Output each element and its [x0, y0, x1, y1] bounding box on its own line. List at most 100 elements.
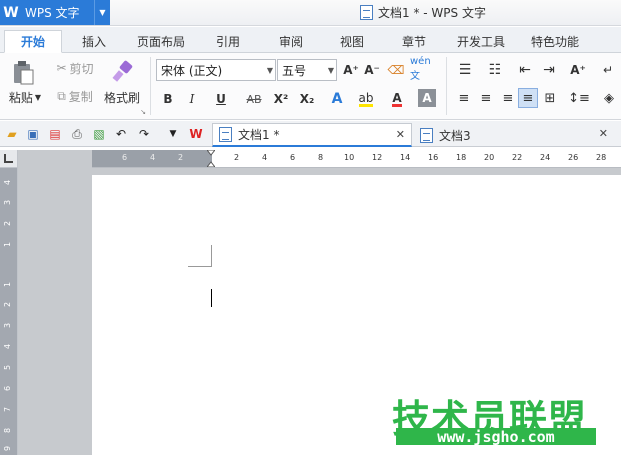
ruler-label: 18 — [456, 153, 467, 162]
ruler-label: 2 — [3, 301, 13, 308]
distribute-icon[interactable]: ⊞ — [540, 89, 560, 107]
font-size-select[interactable]: 五号 ▼ — [277, 59, 337, 81]
close-icon[interactable]: ✕ — [396, 128, 405, 141]
ruler-label: 12 — [372, 153, 383, 162]
chevron-down-icon[interactable]: ▼ — [94, 0, 110, 25]
char-shading-icon[interactable]: A — [418, 89, 436, 107]
ruler-label: 6 — [3, 385, 13, 392]
paste-icon[interactable] — [8, 58, 38, 86]
paragraph-shading-icon[interactable]: ◈ — [598, 89, 620, 107]
phonetic-guide-button[interactable]: wén 文 — [410, 56, 440, 82]
dialog-launcher-icon[interactable]: ↘ — [138, 107, 148, 117]
horizontal-ruler[interactable]: 6 4 2 2 4 6 8 10 12 14 16 18 20 22 24 26… — [92, 149, 621, 168]
tab-stop-selector[interactable] — [0, 150, 18, 168]
ruler-label: 20 — [484, 153, 495, 162]
document-icon — [420, 127, 433, 143]
align-right-icon[interactable]: ≡ — [498, 89, 518, 107]
tab-features[interactable]: 特色功能 — [522, 30, 588, 53]
document-tab-title: 文档1 * — [238, 128, 280, 142]
numbered-list-icon[interactable]: ☷ — [484, 61, 506, 79]
format-painter-button[interactable]: 格式刷 — [100, 87, 144, 107]
tab-developer[interactable]: 开发工具 — [448, 30, 514, 53]
decrease-indent-icon[interactable]: ⇤ — [514, 61, 536, 79]
tab-insert[interactable]: 插入 — [70, 30, 118, 53]
bullet-list-icon[interactable]: ☰ — [454, 61, 476, 79]
show-marks-icon[interactable]: ↵ — [598, 61, 618, 79]
tab-review[interactable]: 审阅 — [267, 30, 315, 53]
shrink-font-button[interactable]: A⁻ — [362, 60, 382, 80]
highlight-icon[interactable]: ab — [354, 89, 378, 109]
menu-tabs: 开始 插入 页面布局 引用 审阅 视图 章节 开发工具 特色功能 — [0, 27, 621, 53]
chevron-down-icon: ▼ — [327, 66, 334, 75]
subscript-button[interactable]: X₂ — [296, 89, 318, 109]
tab-view[interactable]: 视图 — [328, 30, 376, 53]
window-title-text: 文档1 * - WPS 文字 — [378, 6, 486, 20]
font-size-value: 五号 — [282, 63, 307, 78]
tab-references[interactable]: 引用 — [204, 30, 252, 53]
print-preview-icon[interactable]: ▧ — [91, 126, 107, 142]
ruler-label: 6 — [122, 153, 128, 162]
ruler-label: 8 — [3, 427, 13, 434]
font-color-icon[interactable]: A — [386, 89, 408, 109]
document-tab-active[interactable]: 文档1 * ✕ — [212, 123, 412, 147]
document-icon — [219, 127, 232, 142]
ruler-gap — [18, 150, 92, 168]
grow-font-button[interactable]: A⁺ — [341, 60, 361, 80]
ruler-label: 14 — [400, 153, 411, 162]
align-left-icon[interactable]: ≡ — [454, 89, 474, 107]
cut-button[interactable]: ✂ 剪切 — [52, 59, 98, 77]
paste-label: 粘贴 — [8, 90, 33, 105]
document-tab[interactable]: 文档3 ✕ — [414, 123, 614, 147]
title-bar: W WPS 文字 ▼ 文档1 * - WPS 文字 — [0, 0, 621, 26]
tab-section[interactable]: 章节 — [390, 30, 438, 53]
text-effect-icon[interactable]: A — [326, 89, 348, 109]
ruler-label: 2 — [234, 153, 240, 162]
indent-marker-icon[interactable] — [205, 149, 217, 168]
align-center-icon[interactable]: ≡ — [476, 89, 496, 107]
app-name: WPS 文字 — [25, 6, 80, 20]
ruler-label: 1 — [3, 281, 13, 288]
increase-indent-icon[interactable]: ⇥ — [538, 61, 560, 79]
close-icon[interactable]: ✕ — [599, 127, 608, 140]
ruler-label: 16 — [428, 153, 439, 162]
ruler-label: 3 — [3, 199, 13, 206]
window-title: 文档1 * - WPS 文字 — [360, 4, 486, 21]
font-name-select[interactable]: 宋体 (正文) ▼ — [156, 59, 276, 81]
separator — [150, 57, 151, 115]
document-icon — [360, 5, 373, 20]
customize-toolbar-icon[interactable]: ▼ — [165, 126, 181, 142]
justify-icon[interactable]: ≡ — [518, 88, 538, 108]
clear-format-icon[interactable]: ⌫ — [386, 60, 406, 80]
superscript-button[interactable]: X² — [270, 89, 292, 109]
print-icon[interactable]: ⎙ — [69, 126, 85, 142]
export-pdf-icon[interactable]: ▤ — [47, 126, 63, 142]
bold-button[interactable]: B — [159, 89, 177, 109]
ruler-label: 2 — [3, 220, 13, 227]
italic-button[interactable]: I — [183, 89, 201, 109]
brush-icon[interactable] — [108, 58, 138, 86]
ruler-label: 5 — [3, 364, 13, 371]
wps-cloud-icon[interactable]: W — [188, 126, 204, 142]
ruler-label: 4 — [3, 343, 13, 350]
wps-logo-icon: W — [3, 4, 19, 21]
app-menu-button[interactable]: W WPS 文字 ▼ — [0, 0, 110, 25]
open-folder-icon[interactable]: ▰ — [4, 126, 20, 142]
strikethrough-button[interactable]: AB — [239, 89, 269, 109]
underline-button[interactable]: U — [207, 89, 235, 109]
paste-button[interactable]: 粘贴 ▼ — [4, 87, 46, 107]
document-tab-title: 文档3 — [439, 128, 471, 143]
ruler-label: 4 — [150, 153, 156, 162]
page-margin-corner — [188, 245, 212, 267]
tab-home[interactable]: 开始 — [4, 30, 62, 53]
undo-icon[interactable]: ↶ — [113, 126, 129, 142]
ruler-label: 24 — [540, 153, 551, 162]
ruler-label: 4 — [3, 179, 13, 186]
vertical-ruler[interactable]: 4 3 2 1 1 2 3 4 5 6 7 8 9 — [0, 168, 18, 455]
tab-page-layout[interactable]: 页面布局 — [128, 30, 194, 53]
copy-button[interactable]: ⧉ 复制 — [52, 87, 98, 105]
save-icon[interactable]: ▣ — [25, 126, 41, 142]
redo-icon[interactable]: ↷ — [136, 126, 152, 142]
ribbon-home: 粘贴 ▼ ✂ 剪切 ⧉ 复制 格式刷 ↘ 宋体 (正文) ▼ 五号 ▼ A⁺ A⁻ ⌫ w… — [0, 53, 621, 120]
line-spacing-icon[interactable]: ↕≡ — [566, 89, 592, 107]
change-case-icon[interactable]: A⁺ — [564, 61, 592, 79]
